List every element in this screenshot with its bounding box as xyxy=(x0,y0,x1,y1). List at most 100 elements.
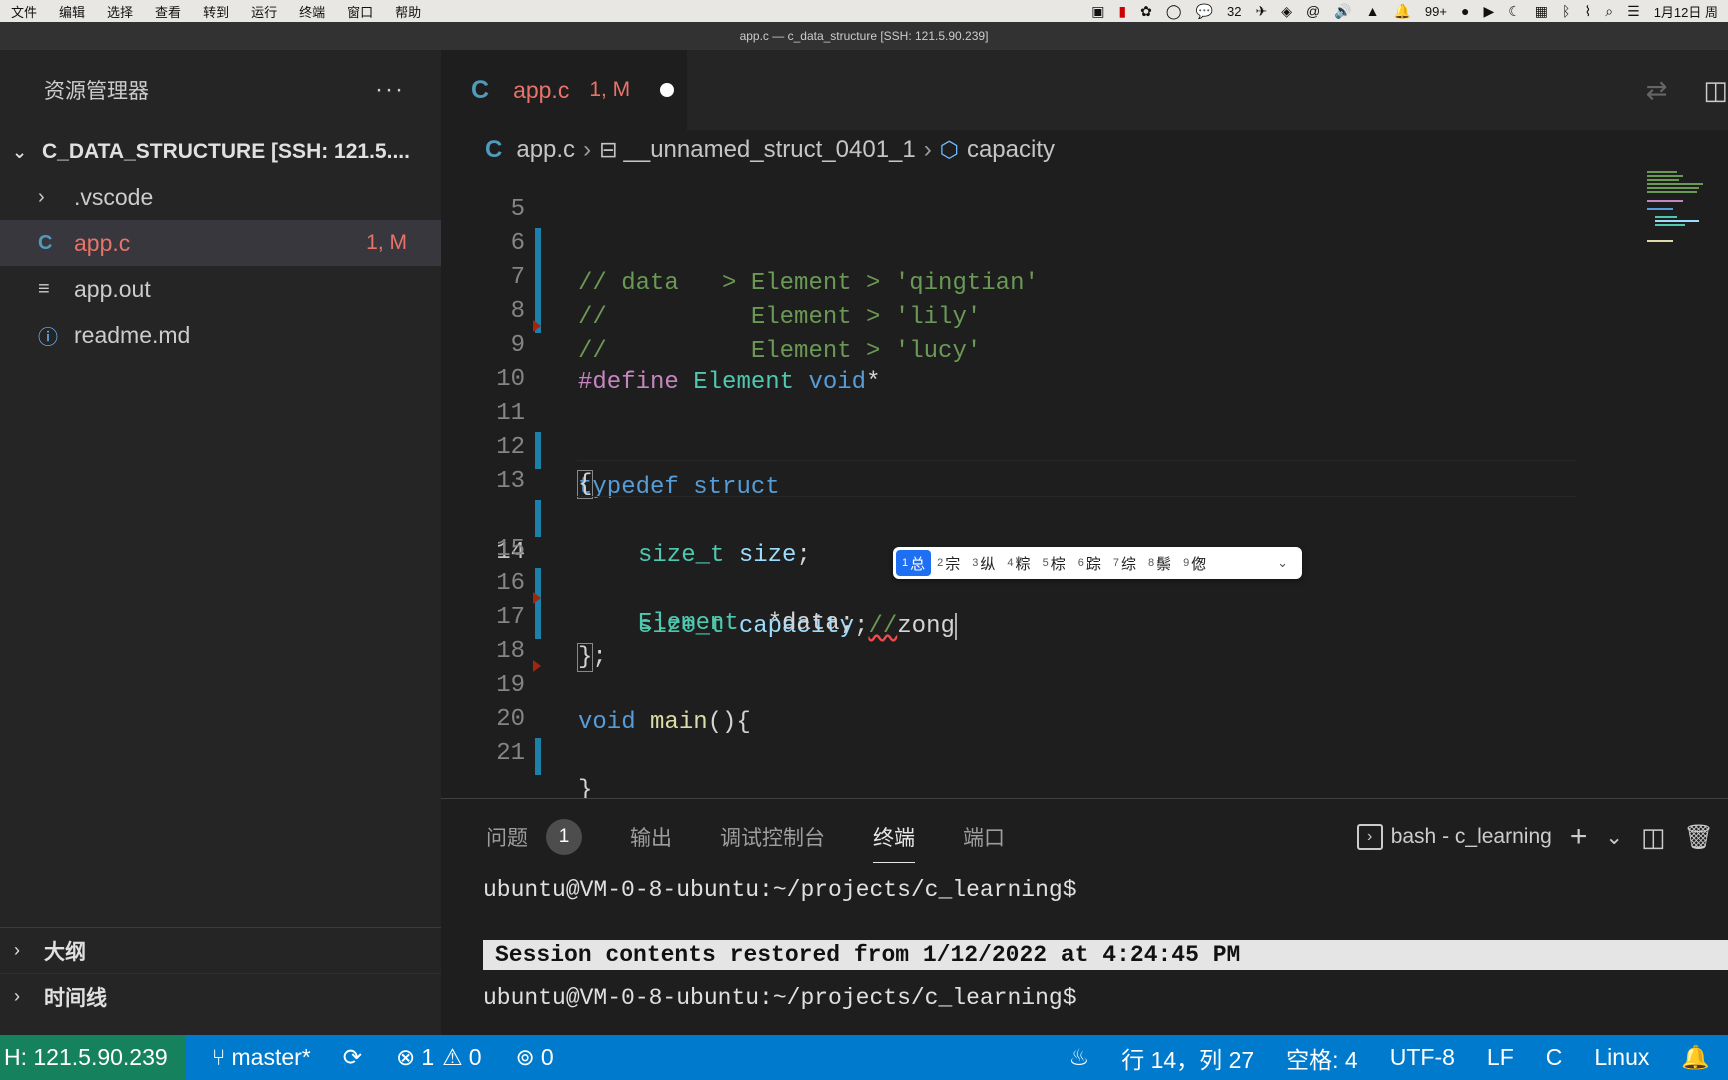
breadcrumb-field[interactable]: capacity xyxy=(967,136,1055,164)
tab-label: app.c xyxy=(513,76,570,103)
ime-candidate[interactable]: 2宗 xyxy=(931,550,966,576)
remote-indicator[interactable]: H: 121.5.90.239 xyxy=(0,1035,186,1080)
status-bar: H: 121.5.90.239 ⑂ master* ⟳ ⊗ 1 ⚠ 0 ⊚ 0 ♨ 行 1… xyxy=(0,1035,1728,1080)
compare-changes-icon[interactable]: ⇄ xyxy=(1646,75,1668,106)
gutter-change-marker[interactable] xyxy=(535,738,541,775)
chevron-down-icon: ⌄ xyxy=(12,141,28,162)
minimap[interactable] xyxy=(1643,170,1728,270)
bluetooth-icon[interactable]: ᛒ xyxy=(1562,3,1570,19)
indentation[interactable]: 空格: 4 xyxy=(1286,1041,1358,1075)
tree-item-app-out[interactable]: ≡ app.out xyxy=(0,266,441,312)
menu-view[interactable]: 查看 xyxy=(155,2,181,21)
git-branch[interactable]: ⑂ master* xyxy=(212,1044,311,1071)
tree-item-readme[interactable]: ⓘ readme.md xyxy=(0,312,441,358)
control-center-icon[interactable]: ☰ xyxy=(1627,3,1640,20)
deleted-lines-marker-icon[interactable] xyxy=(533,592,541,604)
tab-terminal[interactable]: 终端 xyxy=(873,799,915,875)
wifi-off-icon[interactable]: ⌇ xyxy=(1584,3,1591,20)
tab-output[interactable]: 输出 xyxy=(630,799,672,875)
minimap-line xyxy=(1647,187,1699,189)
ports-indicator[interactable]: ⊚ 0 xyxy=(516,1044,554,1071)
tree-item-vscode[interactable]: › .vscode xyxy=(0,174,441,220)
qq-icon[interactable]: 🔔 xyxy=(1393,3,1410,20)
breadcrumb-file[interactable]: app.c xyxy=(516,136,575,164)
menu-file[interactable]: 文件 xyxy=(11,2,37,21)
search-icon[interactable]: ⌕ xyxy=(1605,3,1613,20)
more-actions-icon[interactable]: ··· xyxy=(375,76,405,104)
menu-window[interactable]: 窗口 xyxy=(347,2,373,21)
circle-icon[interactable]: ◯ xyxy=(1166,3,1182,20)
ime-candidate[interactable]: 5棕 xyxy=(1037,550,1072,576)
code-line: 13 size_t size; xyxy=(441,426,1728,569)
ime-candidate[interactable]: 3纵 xyxy=(966,550,1001,576)
terminal-prompt: ubuntu@VM-0-8-ubuntu:~/projects/c_learni… xyxy=(483,985,1077,1011)
add-terminal-icon[interactable]: + xyxy=(1570,820,1588,854)
terminal-output[interactable]: ubuntu@VM-0-8-ubuntu:~/projects/c_learni… xyxy=(441,875,1728,1036)
wechat-icon[interactable]: 💬 xyxy=(1196,3,1213,20)
chevron-down-icon[interactable]: ⌄ xyxy=(1605,825,1623,850)
deleted-lines-marker-icon[interactable] xyxy=(533,660,541,672)
tab-app-c[interactable]: C app.c 1, M xyxy=(441,50,687,130)
ime-candidate[interactable]: 4粽 xyxy=(1001,550,1036,576)
workspace-root[interactable]: ⌄ C_DATA_STRUCTURE [SSH: 121.5.... xyxy=(0,130,441,174)
candidate-number: 4 xyxy=(1007,557,1014,569)
volume-icon[interactable]: 🔊 xyxy=(1334,3,1351,20)
sync-icon[interactable]: ⟳ xyxy=(343,1044,362,1071)
menu-selection[interactable]: 选择 xyxy=(107,2,133,21)
trash-icon[interactable]: 🗑 xyxy=(1684,823,1714,852)
end-of-line[interactable]: LF xyxy=(1487,1044,1514,1071)
bell-icon[interactable]: 🔔 xyxy=(1681,1044,1710,1071)
split-terminal-icon[interactable]: ◫ xyxy=(1641,822,1666,853)
cursor-position[interactable]: 行 14，列 27 xyxy=(1121,1041,1254,1075)
menu-edit[interactable]: 编辑 xyxy=(59,2,85,21)
deleted-lines-marker-icon[interactable] xyxy=(533,320,541,332)
film-icon[interactable]: ▮ xyxy=(1118,3,1126,20)
vscode-tray-icon[interactable]: ▣ xyxy=(1091,3,1104,20)
platform[interactable]: Linux xyxy=(1594,1044,1649,1071)
ime-candidate[interactable]: 7综 xyxy=(1107,550,1142,576)
breadcrumb-struct[interactable]: __unnamed_struct_0401_1 xyxy=(624,136,916,164)
outline-section[interactable]: › 大纲 xyxy=(0,927,441,973)
moon-icon[interactable]: ☾ xyxy=(1508,3,1521,20)
grid-icon[interactable]: ▦ xyxy=(1535,3,1548,20)
play-icon[interactable]: ▶ xyxy=(1483,3,1494,20)
ime-candidate-window[interactable]: 1总 2宗 3纵 4粽 5棕 6踪 7综 8鬃 9偬 ⌄ xyxy=(893,547,1302,579)
menu-go[interactable]: 转到 xyxy=(203,2,229,21)
split-editor-icon[interactable]: ◫ xyxy=(1703,75,1728,106)
menu-date[interactable]: 1月12日 周 xyxy=(1654,2,1718,21)
ime-candidate[interactable]: 6踪 xyxy=(1072,550,1107,576)
code-editor[interactable]: 5 // data > Element > 'qingtian' 6 // El… xyxy=(441,170,1728,798)
tab-ports[interactable]: 端口 xyxy=(963,799,1005,875)
language-mode[interactable]: C xyxy=(1546,1044,1563,1071)
layers-icon[interactable]: ◈ xyxy=(1281,3,1292,20)
unsaved-dot-icon[interactable] xyxy=(660,83,675,97)
cluster-icon[interactable]: ✿ xyxy=(1140,3,1152,20)
at-icon[interactable]: @ xyxy=(1306,3,1320,19)
candidate-number: 2 xyxy=(937,557,944,569)
minimap-line xyxy=(1647,240,1673,242)
tree-item-app-c[interactable]: C app.c 1, M xyxy=(0,220,441,266)
tab-problems[interactable]: 问题 1 xyxy=(486,799,582,875)
cone-icon[interactable]: ▲ xyxy=(1366,3,1380,19)
tab-debug-console[interactable]: 调试控制台 xyxy=(720,799,825,875)
ime-candidate[interactable]: 1总 xyxy=(896,550,932,576)
menu-help[interactable]: 帮助 xyxy=(395,2,421,21)
chevron-right-icon: › xyxy=(583,136,592,163)
timeline-section[interactable]: › 时间线 xyxy=(0,973,441,1019)
git-status-badge: 1, M xyxy=(366,231,407,254)
ime-candidate[interactable]: 9偬 xyxy=(1177,550,1212,576)
flame-icon[interactable]: ♨ xyxy=(1069,1044,1090,1071)
menu-terminal[interactable]: 终端 xyxy=(299,2,325,21)
explorer-title: 资源管理器 xyxy=(44,80,149,103)
bird-icon[interactable]: ✈ xyxy=(1255,3,1267,20)
menu-run[interactable]: 运行 xyxy=(251,2,277,21)
terminal-selector[interactable]: › bash - c_learning xyxy=(1356,824,1552,850)
ime-candidate[interactable]: 8鬃 xyxy=(1142,550,1177,576)
chevron-down-icon[interactable]: ⌄ xyxy=(1277,555,1302,571)
terminal-icon: › xyxy=(1356,824,1383,850)
encoding[interactable]: UTF-8 xyxy=(1390,1044,1455,1071)
code-line: 15 Element *data; xyxy=(441,494,1728,637)
branch-icon: ⑂ xyxy=(211,1044,226,1070)
panda-icon[interactable]: ● xyxy=(1461,3,1469,19)
problems-indicator[interactable]: ⊗ 1 ⚠ 0 xyxy=(396,1044,482,1071)
